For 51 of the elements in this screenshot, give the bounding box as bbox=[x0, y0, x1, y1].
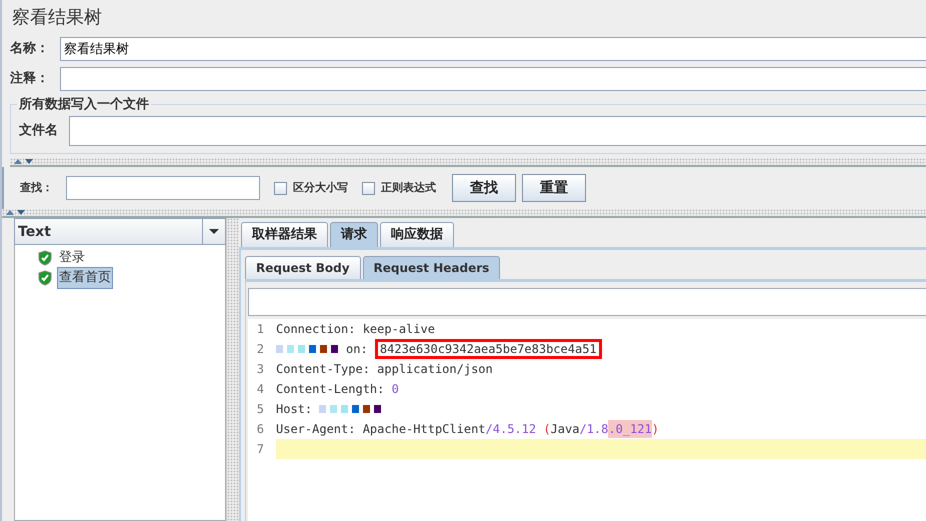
code-text: Content-Length: bbox=[276, 380, 386, 398]
checkbox-label: 区分大小写 bbox=[293, 180, 348, 196]
tab[interactable]: 取样器结果 bbox=[241, 222, 328, 246]
code-text: Host: bbox=[276, 400, 314, 418]
code-text: User-Agent: Apache-HttpClient bbox=[276, 420, 486, 438]
code-text: Connection: keep-alive bbox=[276, 320, 435, 338]
shield-check-icon bbox=[37, 270, 53, 286]
caret-icon bbox=[209, 229, 219, 234]
field-label: 名称： bbox=[10, 40, 50, 58]
line-number: 6 bbox=[256, 420, 265, 438]
line-number: 2 bbox=[256, 340, 265, 358]
code-text: Java bbox=[550, 420, 580, 438]
text-field[interactable] bbox=[60, 67, 926, 91]
tab[interactable]: 响应数据 bbox=[380, 222, 454, 246]
line-number: 7 bbox=[256, 440, 265, 458]
field-label: 注释： bbox=[10, 70, 50, 88]
splitter-arrows-icon[interactable] bbox=[6, 209, 26, 216]
search-field[interactable] bbox=[66, 176, 260, 200]
redacted-text bbox=[276, 344, 338, 352]
code-text: 0 bbox=[392, 380, 399, 398]
line-number: 4 bbox=[256, 380, 265, 398]
tab[interactable]: 请求 bbox=[330, 222, 378, 246]
find-button[interactable]: 查找 bbox=[452, 174, 516, 202]
code-text: .0_121 bbox=[608, 420, 652, 438]
tab[interactable]: Request Body bbox=[245, 256, 361, 278]
search-label: 查找： bbox=[20, 180, 54, 196]
tree-item[interactable]: 登录 bbox=[57, 247, 87, 269]
code-text: /1.8 bbox=[579, 420, 608, 438]
code-text: on: bbox=[346, 340, 369, 358]
code-text: ( bbox=[542, 420, 551, 438]
tab[interactable]: Request Headers bbox=[362, 256, 500, 278]
reset-button[interactable]: 重置 bbox=[522, 174, 586, 202]
checkbox[interactable] bbox=[274, 182, 287, 194]
highlighted-value: 8423e630c9342aea5be7e83bce4a51 bbox=[374, 338, 602, 358]
checkbox[interactable] bbox=[362, 182, 375, 194]
code-text: Content-Type: application/json bbox=[276, 360, 493, 378]
code-text: ) bbox=[652, 420, 659, 438]
renderer-dropdown[interactable]: Text bbox=[14, 218, 226, 245]
field-label: 文件名 bbox=[19, 122, 59, 140]
line-number: 1 bbox=[256, 320, 265, 338]
panel-title: 察看结果树 bbox=[11, 6, 103, 30]
text-field[interactable]: 察看结果树 bbox=[60, 37, 926, 61]
splitter-arrows-icon[interactable] bbox=[14, 158, 34, 165]
tree-item[interactable]: 查看首页 bbox=[57, 267, 113, 289]
checkbox-label: 正则表达式 bbox=[381, 180, 436, 196]
redacted-text bbox=[319, 404, 382, 412]
filename-field[interactable] bbox=[69, 116, 926, 146]
line-number: 5 bbox=[256, 400, 265, 418]
line-number: 3 bbox=[256, 360, 265, 378]
code-text: /4.5.12 bbox=[486, 420, 536, 438]
shield-check-icon bbox=[37, 250, 53, 266]
